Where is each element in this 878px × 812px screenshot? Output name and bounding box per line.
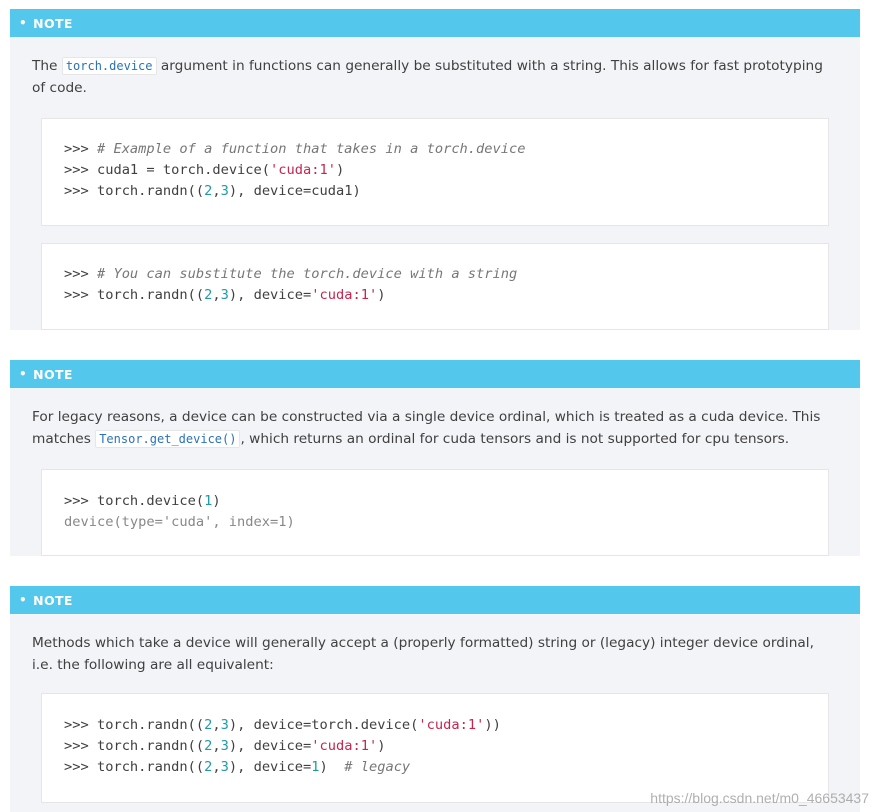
code-line: >>> torch.randn((2,3), device=torch.devi… xyxy=(64,717,501,733)
note-label: NOTE xyxy=(33,15,73,31)
code-line: >>> torch.randn((2,3), device=1) # legac… xyxy=(64,759,411,775)
note-label: NOTE xyxy=(33,366,73,382)
code-line: >>> # Example of a function that takes i… xyxy=(64,141,526,157)
code-line: >>> # You can substitute the torch.devic… xyxy=(64,266,518,282)
note-paragraph: For legacy reasons, a device can be cons… xyxy=(32,409,821,448)
note-box-2: • NOTE For legacy reasons, a device can … xyxy=(10,360,860,556)
note-header: • NOTE xyxy=(10,586,860,614)
bullet-icon: • xyxy=(19,16,28,30)
code-line: >>> torch.randn((2,3), device=cuda1) xyxy=(64,183,361,199)
code-line: >>> torch.randn((2,3), device='cuda:1') xyxy=(64,738,386,754)
code-block-4: >>> torch.randn((2,3), device=torch.devi… xyxy=(41,693,829,803)
note-paragraph: The torch.device argument in functions c… xyxy=(32,57,823,96)
bullet-icon: • xyxy=(19,367,28,381)
code-line: >>> cuda1 = torch.device('cuda:1') xyxy=(64,162,345,178)
note-header: • NOTE xyxy=(10,9,860,37)
code-block-3: >>> torch.device(1) device(type='cuda', … xyxy=(41,469,829,556)
inline-code: torch.device xyxy=(61,57,157,75)
note-label: NOTE xyxy=(33,592,73,608)
code-line: >>> torch.device(1) xyxy=(64,493,221,509)
note-header: • NOTE xyxy=(10,360,860,388)
code-block-1: >>> # Example of a function that takes i… xyxy=(41,118,829,226)
note-box-1: • NOTE The torch.device argument in func… xyxy=(10,9,860,330)
code-block-2: >>> # You can substitute the torch.devic… xyxy=(41,243,829,330)
code-line: >>> torch.randn((2,3), device='cuda:1') xyxy=(64,287,386,303)
inline-code: Tensor.get_device() xyxy=(95,430,241,448)
note-paragraph: Methods which take a device will general… xyxy=(32,635,814,673)
watermark: https://blog.csdn.net/m0_46653437 xyxy=(650,790,869,806)
bullet-icon: • xyxy=(19,593,28,607)
note-box-3: • NOTE Methods which take a device will … xyxy=(10,586,860,812)
code-output-line: device(type='cuda', index=1) xyxy=(64,514,295,530)
